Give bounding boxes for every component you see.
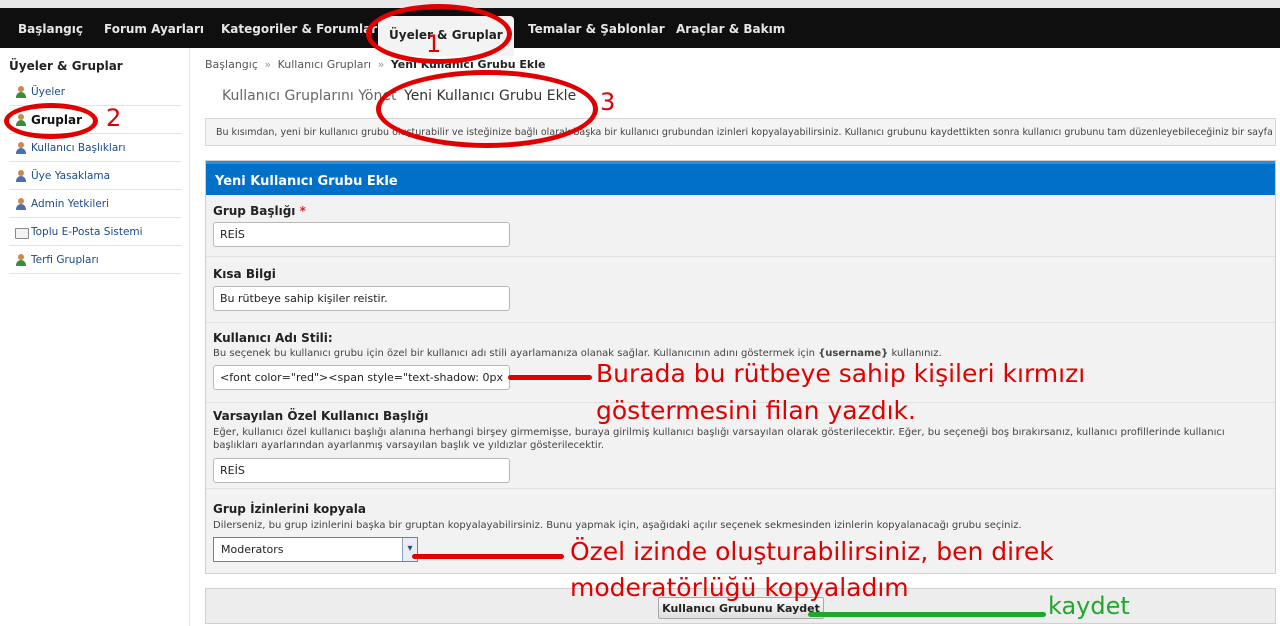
annotation-note-style-line1: Burada bu rütbeye sahip kişileri kırmızı	[596, 359, 1086, 388]
annotation-circle-2	[4, 103, 98, 139]
short-info-input[interactable]	[213, 286, 510, 311]
default-user-title-label: Varsayılan Özel Kullanıcı Başlığı	[213, 409, 429, 423]
breadcrumb-separator: »	[264, 58, 272, 71]
tab-forum-ayarlari[interactable]: Forum Ayarları	[104, 22, 204, 36]
annotation-arrow-style	[508, 375, 592, 380]
tab-baslangic[interactable]: Başlangıç	[18, 22, 83, 36]
sidebar-title: Üyeler & Gruplar	[9, 59, 123, 73]
users-icon	[15, 85, 27, 98]
sidebar-item-admin-yetkileri[interactable]: Admin Yetkileri	[9, 190, 181, 218]
annotation-note-save: kaydet	[1048, 592, 1130, 620]
sidebar-item-uye-yasaklama[interactable]: Üye Yasaklama	[9, 162, 181, 190]
annotation-underline-save	[808, 612, 1046, 617]
default-user-title-input[interactable]	[213, 458, 510, 483]
sidebar-item-label: Kullanıcı Başlıkları	[31, 141, 126, 154]
breadcrumb-separator: »	[377, 58, 385, 71]
tab-araclar-bakim[interactable]: Araçlar & Bakım	[676, 22, 785, 36]
copy-permissions-select[interactable]: Moderators ▾	[213, 537, 418, 562]
group-title-input[interactable]	[213, 222, 510, 247]
username-style-input[interactable]	[213, 365, 510, 390]
promotion-icon	[15, 253, 27, 266]
annotation-circle-3	[376, 70, 598, 148]
annotation-number-2: 2	[106, 104, 122, 132]
annotation-arrow-perms	[412, 554, 564, 559]
annotation-note-perms-line2: moderatörlüğü kopyaladım	[570, 573, 909, 602]
default-user-title-desc: Eğer, kullanıcı özel kullanıcı başlığı a…	[213, 427, 1225, 451]
sidebar-item-terfi-gruplari[interactable]: Terfi Grupları	[9, 246, 181, 274]
annotation-note-perms-line1: Özel izinde oluşturabilirsiniz, ben dire…	[570, 537, 1054, 566]
sidebar-item-toplu-eposta[interactable]: Toplu E-Posta Sistemi	[9, 218, 181, 246]
subtab-manage-groups[interactable]: Kullanıcı Gruplarını Yönet	[222, 88, 396, 104]
sidebar-item-label: Admin Yetkileri	[31, 197, 110, 210]
group-title-label: Grup Başlığı *	[213, 204, 306, 218]
breadcrumb: Başlangıç » Kullanıcı Grupları » Yeni Ku…	[205, 58, 545, 71]
sidebar-item-label: Terfi Grupları	[31, 253, 99, 266]
user-title-icon	[15, 141, 27, 154]
annotation-number-3: 3	[600, 88, 616, 116]
ban-user-icon	[15, 169, 27, 182]
username-style-label: Kullanıcı Adı Stili:	[213, 331, 333, 345]
sidebar-item-label: Üye Yasaklama	[31, 169, 111, 182]
field-short-info: Kısa Bilgi	[206, 257, 1275, 323]
breadcrumb-item-home[interactable]: Başlangıç	[205, 58, 258, 71]
form-header: Yeni Kullanıcı Grubu Ekle	[206, 161, 1275, 195]
tab-temalar-sablonlar[interactable]: Temalar & Şablonlar	[528, 22, 665, 36]
field-group-title: Grup Başlığı *	[206, 197, 1275, 257]
sidebar-item-kullanici-basliklari[interactable]: Kullanıcı Başlıkları	[9, 134, 181, 162]
copy-permissions-desc: Dilerseniz, bu grup izinlerini başka bir…	[213, 520, 1022, 531]
tab-kategoriler-forumlar[interactable]: Kategoriler & Forumlar	[221, 22, 377, 36]
sidebar-item-uyeler[interactable]: Üyeler	[9, 78, 181, 106]
annotation-number-1: 1	[426, 30, 442, 58]
sidebar-item-label: Üyeler	[31, 85, 66, 98]
short-info-label: Kısa Bilgi	[213, 267, 276, 281]
required-mark: *	[299, 204, 306, 218]
annotation-note-style-line2: göstermesini filan yazdık.	[596, 396, 916, 425]
mail-icon	[15, 226, 29, 239]
info-box: Bu kısımdan, yeni bir kullanıcı grubu ol…	[205, 118, 1276, 146]
copy-permissions-label: Grup İzinlerini kopyala	[213, 502, 366, 516]
admin-icon	[15, 197, 27, 210]
breadcrumb-item-groups[interactable]: Kullanıcı Grupları	[278, 58, 372, 71]
copy-permissions-selected: Moderators	[221, 543, 284, 556]
top-nav: Başlangıç Forum Ayarları Kategoriler & F…	[0, 0, 1280, 56]
sidebar-item-label: Toplu E-Posta Sistemi	[31, 225, 143, 238]
